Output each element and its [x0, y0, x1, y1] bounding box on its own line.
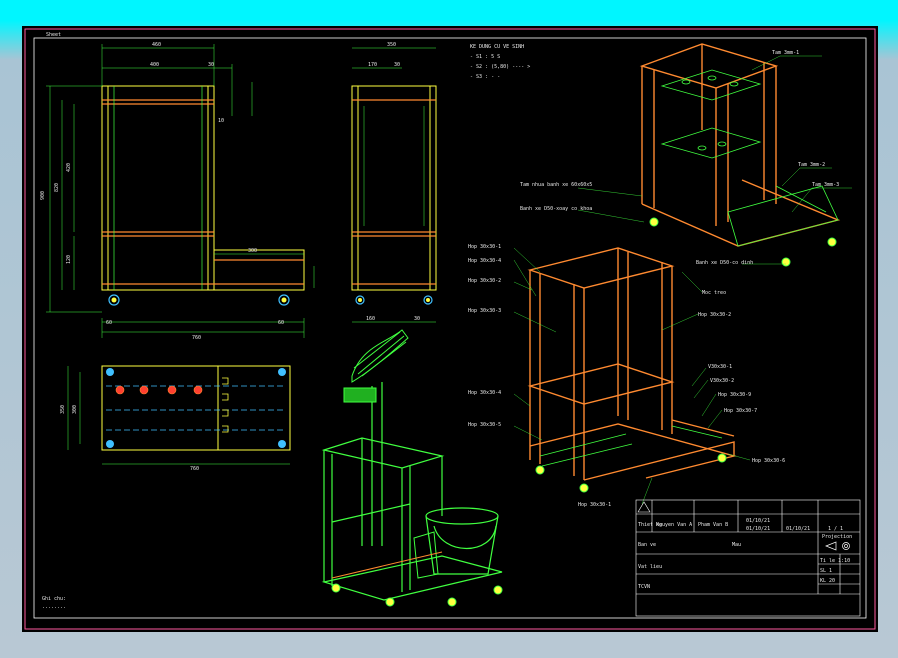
notes-title: KE DUNG CU VE SINH: [470, 44, 524, 50]
label-wheel-plate: Tam nhua banh xe 60x60x5: [520, 182, 592, 188]
label-frame-right-6: Hop 30x30-7: [724, 408, 757, 414]
title-block-text: Thiet ke Nguyen Van A Pham Van B 01/10/2…: [637, 501, 852, 590]
notes-line1: - S1 : 5 S: [470, 54, 500, 60]
label-frame-left-1: Hop 30x30-1: [468, 244, 501, 250]
dim-front-bottom-total: 760: [192, 335, 201, 341]
label-plate-2: Tam 3mm-2: [798, 162, 825, 168]
dim-front-edge: 30: [208, 62, 214, 68]
projection-symbol-icon: [825, 541, 850, 551]
tb-projection: Projection: [822, 534, 852, 540]
label-frame-left-2: Hop 30x30-4: [468, 258, 501, 264]
label-frame-left-5: Hop 30x30-4: [468, 390, 501, 396]
label-frame-left-4: Hop 30x30-3: [468, 308, 501, 314]
label-swivel-wheel: Banh xe D50-xoay co khoa: [520, 206, 592, 212]
dim-front-height-mid: 420: [66, 163, 72, 172]
front-wheels: [108, 294, 290, 306]
tb-date-1: 01/10/21: [746, 518, 770, 524]
dim-front-height-upper: 820: [54, 183, 60, 192]
label-frame-right-5: Hop 30x30-9: [718, 392, 751, 398]
sheet-corner-label: Sheet: [46, 32, 61, 38]
dim-front-foot-left: 60: [106, 320, 112, 326]
iso-frame-view: Hop 30x30-1 Hop 30x30-4 Hop 30x30-2 Hop …: [468, 244, 785, 508]
warning-triangle-icon: [637, 501, 651, 513]
label-fixed-wheel: Banh xe D50-co dinh: [696, 260, 753, 266]
dim-front-inner-width: 400: [150, 62, 159, 68]
tb-checker-name: Pham Van B: [698, 522, 728, 528]
dim-top-inner: 300: [72, 405, 78, 414]
tb-qty: SL 1: [820, 568, 832, 574]
tb-scale: Ti le 1:10: [820, 558, 850, 564]
front-view: 460 400 30 10 900 820 420 120 300 60 60 …: [40, 42, 315, 341]
tb-part: Mau: [732, 542, 741, 548]
dim-front-side-small: 10: [218, 118, 224, 124]
cad-drawing: Sheet 460 400 30 10 900 820 420 120 300 …: [24, 28, 876, 630]
bottom-note-1: Ghi chu:: [42, 596, 66, 602]
tb-sheet-no: 1 / 1: [828, 526, 843, 532]
tb-material: Vat lieu: [638, 564, 662, 570]
tb-designer-name: Nguyen Van A: [656, 522, 692, 528]
notes-line3: - S3 : - -: [470, 74, 500, 80]
dim-front-foot-right: 60: [278, 320, 284, 326]
tb-date-2: 01/10/21: [746, 526, 770, 532]
label-frame-left-6: Hop 30x30-5: [468, 422, 501, 428]
label-frame-left-7: Hop 30x30-1: [578, 502, 611, 508]
dim-top-depth: 350: [60, 405, 66, 414]
tb-title: Ban ve: [638, 542, 656, 548]
outer-border: [24, 28, 876, 630]
label-frame-right-7: Hop 30x30-6: [752, 458, 785, 464]
iso-assembled-view: Tam 3mm-1 Tam 3mm-2 Tam 3mm-3 Tam nhua b…: [520, 43, 852, 267]
label-frame-right-3: V30x30-1: [708, 364, 732, 370]
label-frame-right-4: V30x30-2: [710, 378, 734, 384]
top-view: 350 300 760: [60, 365, 291, 472]
dim-side-bottom-right: 30: [414, 316, 420, 322]
drawing-canvas: Sheet 460 400 30 10 900 820 420 120 300 …: [22, 26, 878, 632]
dim-side-width: 350: [387, 42, 396, 48]
label-frame-left-3: Hop 30x30-2: [468, 278, 501, 284]
dim-side-bottom-left: 160: [366, 316, 375, 322]
inner-border: [33, 37, 867, 619]
notes-line2: - S2 : (5,80) ---- >: [470, 64, 530, 70]
side-view: 350 170 30 160 30: [351, 42, 437, 323]
tb-weight: KL 20: [820, 578, 835, 584]
label-frame-right-2: Hop 30x30-2: [698, 312, 731, 318]
dim-front-total-width: 460: [152, 42, 161, 48]
dim-side-inner: 170: [368, 62, 377, 68]
dim-top-length: 760: [190, 466, 199, 472]
dim-front-ext-width: 300: [248, 248, 257, 254]
label-plate-3: Tam 3mm-3: [812, 182, 839, 188]
bottom-note-2: ........: [42, 604, 66, 610]
iso-cart-with-tools: [321, 329, 503, 607]
dim-side-small: 30: [394, 62, 400, 68]
tb-standard: TCVN: [638, 584, 650, 590]
tb-date-3: 01/10/21: [786, 526, 810, 532]
label-plate-1: Tam 3mm-1: [772, 50, 799, 56]
notes-block: KE DUNG CU VE SINH - S1 : 5 S - S2 : (5,…: [470, 44, 530, 80]
dim-front-height-total: 900: [40, 191, 46, 200]
label-frame-right-1: Moc treo: [702, 290, 726, 296]
dim-front-height-low: 120: [66, 255, 72, 264]
